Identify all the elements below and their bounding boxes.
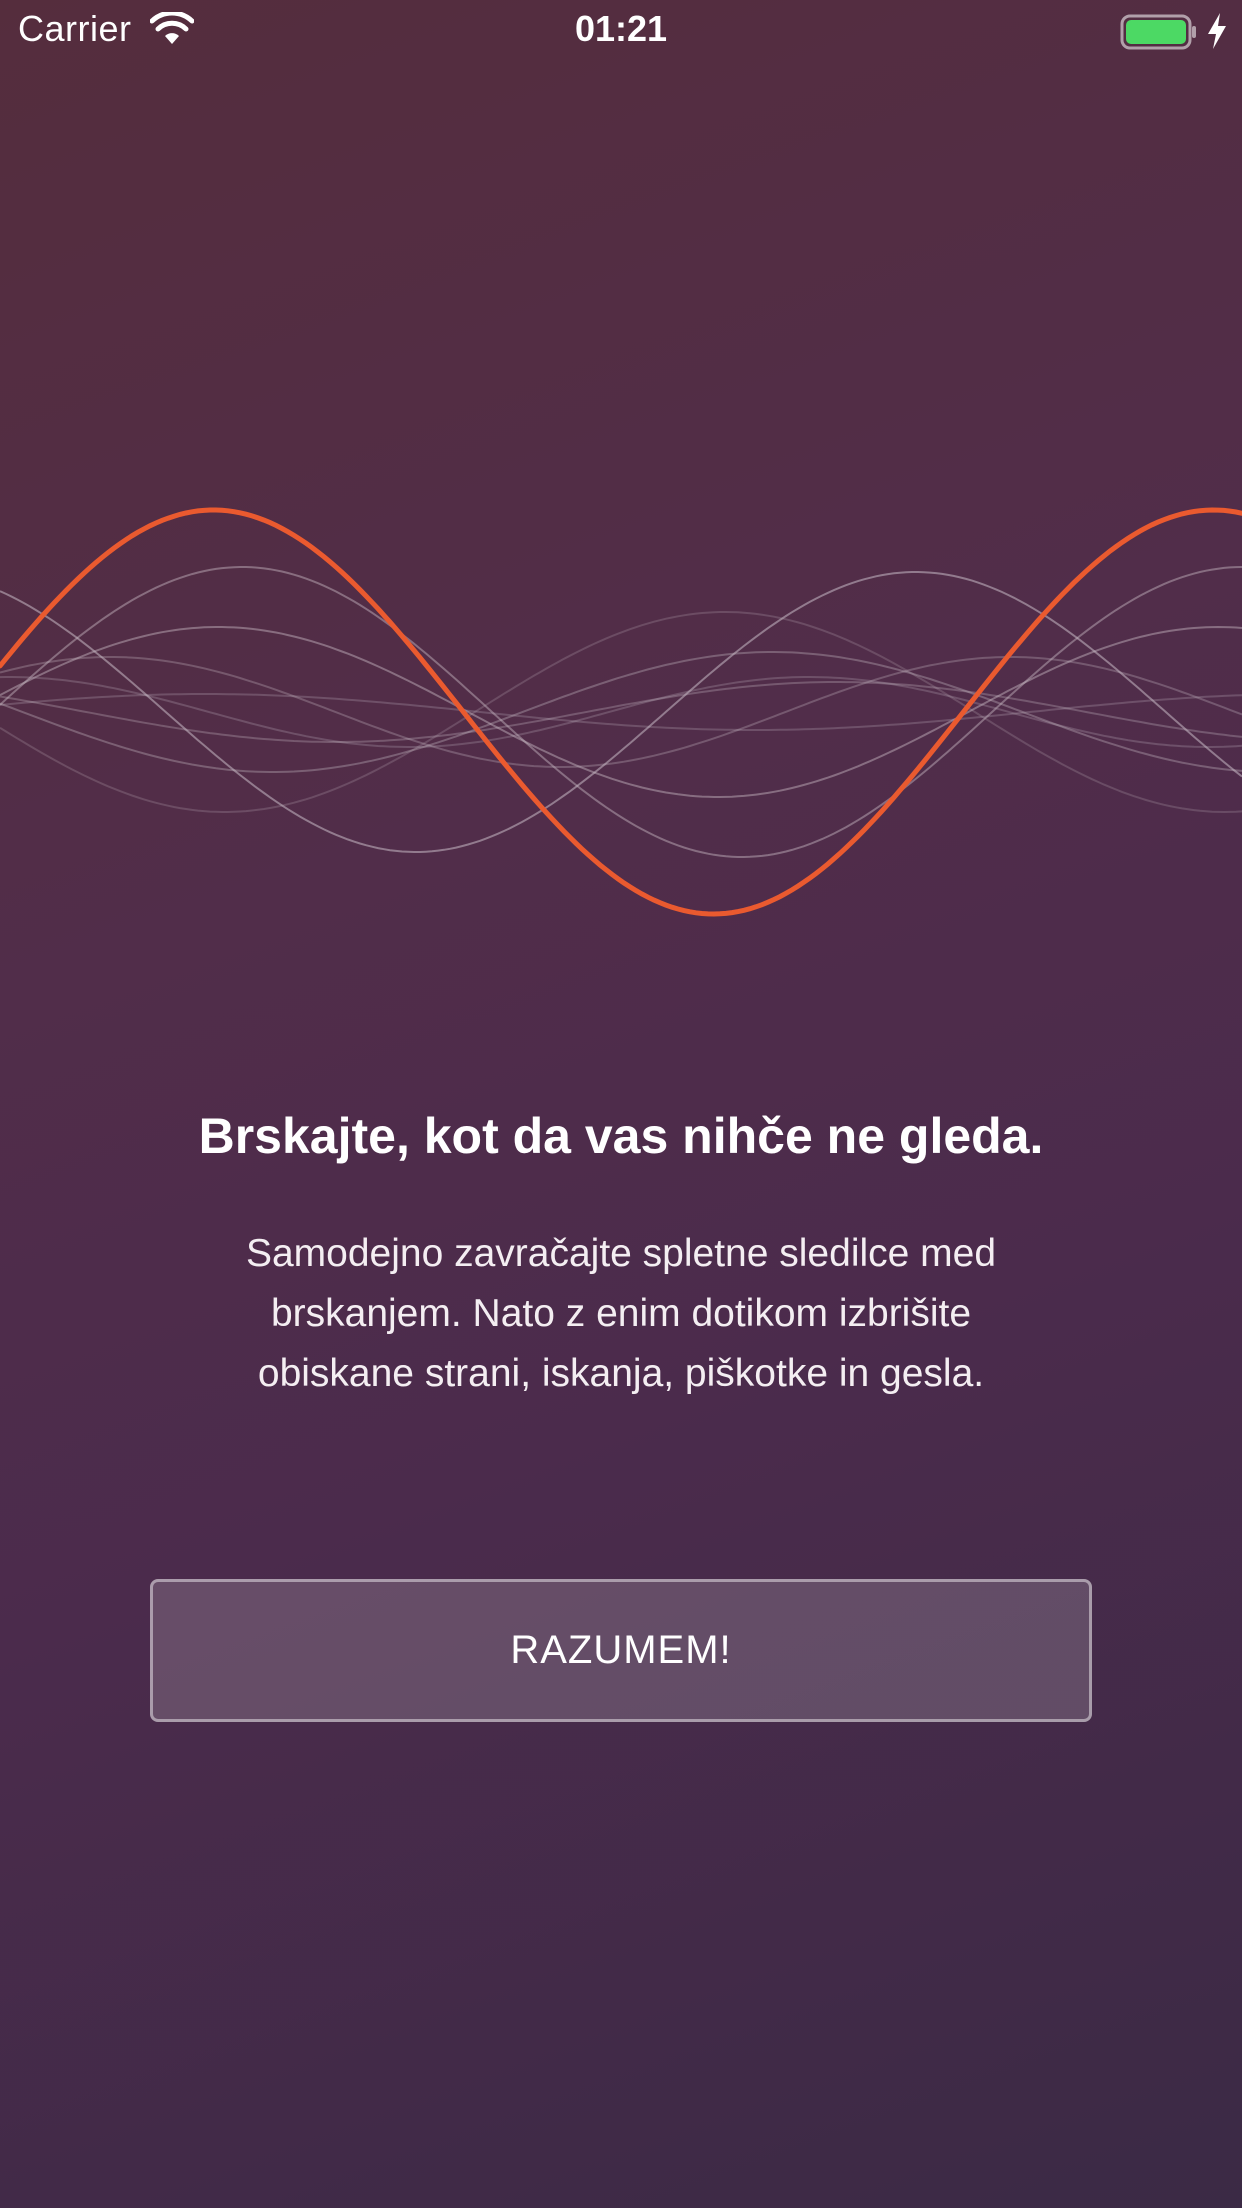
- thin-wave-line: [0, 676, 1242, 748]
- thin-wave-line: [0, 681, 1242, 743]
- battery-icon: [1120, 14, 1196, 50]
- page-title: Brskajte, kot da vas nihče ne gleda.: [198, 1108, 1044, 1164]
- clock: 01:21: [574, 8, 668, 49]
- description: Samodejno zavračajte spletne sledilce me…: [171, 1224, 1071, 1404]
- sound-wave-illustration: [0, 507, 1242, 917]
- charging-bolt-icon: [1208, 13, 1226, 49]
- description-line: obiskane strani, iskanja, piškotke in ge…: [257, 1352, 985, 1395]
- accent-wave-line: [0, 507, 1242, 917]
- thin-wave-line: [0, 651, 1242, 773]
- got-it-button[interactable]: RAZUMEM!: [150, 1579, 1092, 1722]
- description-line: Samodejno zavračajte spletne sledilce me…: [245, 1232, 997, 1275]
- thin-wave-line: [0, 625, 1242, 798]
- status-bar: Carrier 01:21: [0, 0, 1242, 62]
- thin-wave-line: [0, 566, 1242, 858]
- description-line: brskanjem. Nato z enim dotikom izbrišite: [270, 1292, 972, 1335]
